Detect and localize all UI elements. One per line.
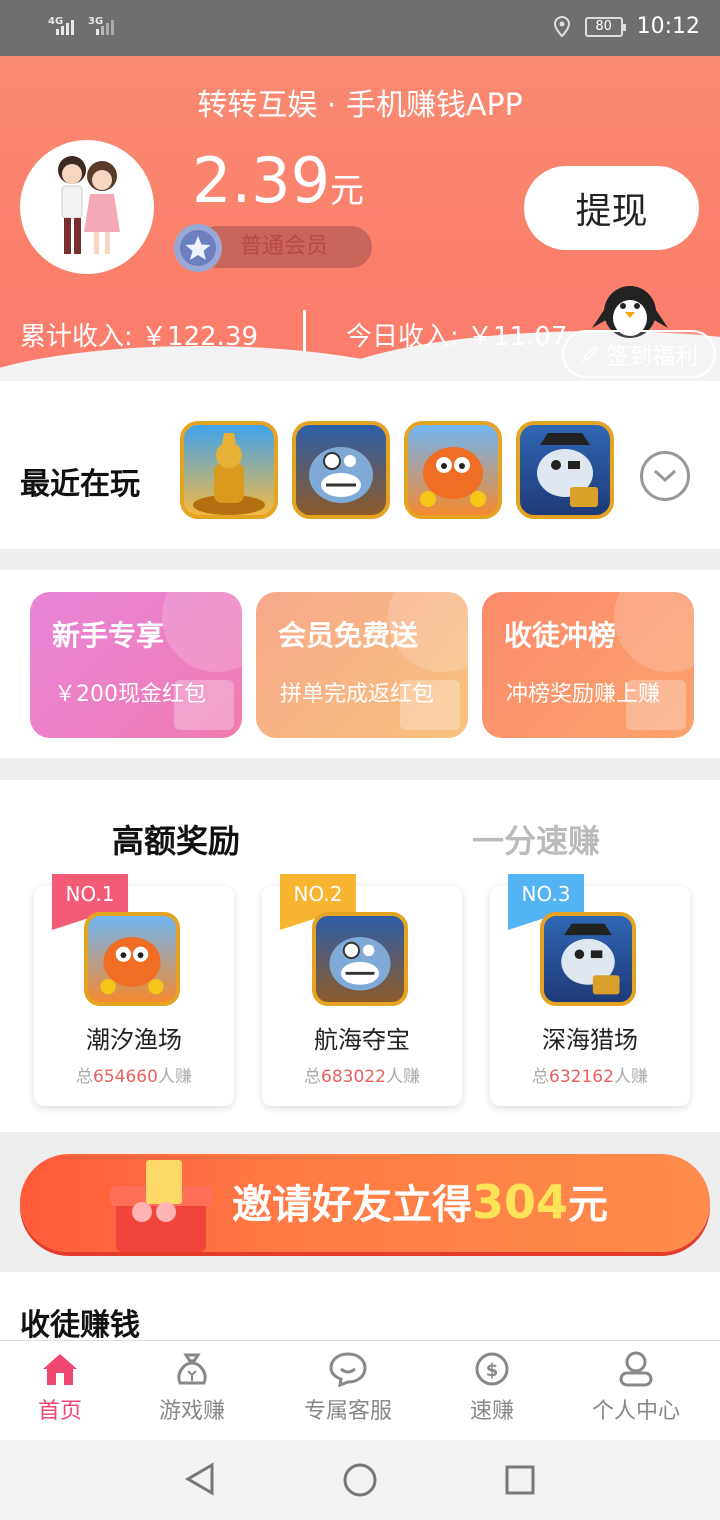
game-pirate-shark[interactable] [516,421,614,519]
player-count: 总632162人赚 [490,1062,690,1087]
signin-button[interactable]: 签到福利 [562,330,716,378]
money-bag-icon [177,1353,207,1385]
nav-quick-earn[interactable]: $ 速赚 [432,1351,552,1425]
battery-level: 80 [595,19,612,34]
gift-box-icon [110,1160,212,1252]
nav-label: 首页 [37,1399,82,1424]
balance: 2.39元 [192,144,364,217]
count-prefix: 总 [532,1067,550,1087]
recent-games: 最近在玩 [0,401,720,549]
system-nav-bar [0,1440,720,1520]
count-value: 632162 [549,1067,614,1087]
promo-card-newbie[interactable]: 新手专享 ￥200现金红包 [30,592,242,738]
back-icon[interactable] [184,1462,216,1496]
rank-card-2[interactable]: NO.2 航海夺宝 总683022人赚 [262,874,462,1106]
nav-profile[interactable]: 个人中心 [576,1351,696,1425]
avatar[interactable] [20,140,154,274]
count-suffix: 人赚 [385,1067,420,1087]
balance-unit: 元 [330,171,365,211]
invite-banner[interactable]: 邀请好友立得304元 [0,1132,720,1272]
count-value: 654660 [93,1067,158,1087]
expand-button[interactable] [640,451,690,501]
tab-high-reward[interactable]: 高额奖励 [112,816,240,862]
divider [303,310,306,352]
location-icon [553,15,570,37]
recent-label: 最近在玩 [20,467,140,502]
medal-icon [174,224,222,272]
promo-section: 新手专享 ￥200现金红包 会员免费送 拼单完成返红包 收徒冲榜 冲榜奖励赚上赚 [0,570,720,758]
count-value: 683022 [321,1067,386,1087]
nav-label: 专属客服 [303,1399,392,1424]
promo-subtitle: 拼单完成返红包 [280,682,435,707]
account-header: 转转互娱 · 手机赚钱APP 2.39元 普通会员 提现 累计收入: ￥122.… [0,56,720,401]
dollar-icon: $ [475,1352,509,1386]
tab-quick-earn[interactable]: 一分速赚 [472,816,600,862]
promo-title: 收徒冲榜 [504,619,617,652]
nav-label: 个人中心 [591,1399,680,1424]
promo-subtitle: ￥200现金红包 [54,682,206,707]
total-income: 累计收入: ￥122.39 [20,322,258,352]
nav-label: 游戏赚 [158,1399,225,1424]
game-icon [540,912,636,1006]
member-badge[interactable]: 普通会员 [172,222,372,272]
game-name: 深海猎场 [542,1026,638,1054]
svg-text:$: $ [486,1360,499,1381]
player-count: 总654660人赚 [34,1062,234,1087]
today-income: 今日收入: ￥11.07 [346,322,568,352]
bottom-nav: 首页 游戏赚 专属客服 $ 速赚 个人中心 [0,1340,720,1440]
app-title: 转转互娱 · 手机赚钱APP [197,88,523,123]
home-circle-icon[interactable] [342,1462,378,1498]
recents-icon[interactable] [504,1464,536,1496]
invite-text: 邀请好友立得 [232,1182,472,1228]
game-icon [312,912,408,1006]
game-name: 潮汐渔场 [86,1026,182,1054]
signal-icon-2 [96,20,114,35]
game-golden-statue[interactable] [180,421,278,519]
feather-icon [581,345,599,363]
chevron-down-icon [653,469,677,483]
chat-icon [329,1352,367,1387]
ranking-section: 高额奖励 一分速赚 NO.1 潮汐渔场 总654660人赚 NO.2 航海夺宝 … [0,780,720,1132]
battery-icon: 80 [584,16,626,37]
signin-label: 签到福利 [606,344,698,370]
nav-game-earn[interactable]: 游戏赚 [132,1351,252,1425]
section-apprentice: 收徒赚钱 [0,1272,720,1343]
nav-home[interactable]: 首页 [0,1351,120,1425]
game-shark-captain[interactable] [292,421,390,519]
rank-card-3[interactable]: NO.3 深海猎场 总632162人赚 [490,874,690,1106]
promo-title: 新手专享 [52,619,165,652]
count-suffix: 人赚 [613,1067,648,1087]
promo-card-apprentice[interactable]: 收徒冲榜 冲榜奖励赚上赚 [482,592,694,738]
withdraw-button[interactable]: 提现 [524,166,699,250]
invite-unit: 元 [568,1182,609,1228]
signal-icon-1 [56,20,74,35]
player-count: 总683022人赚 [262,1062,462,1087]
count-prefix: 总 [304,1067,322,1087]
balance-amount: 2.39 [192,144,331,217]
rank-card-1[interactable]: NO.1 潮汐渔场 总654660人赚 [34,874,234,1106]
nav-label: 速赚 [469,1399,514,1424]
count-prefix: 总 [76,1067,94,1087]
promo-card-member[interactable]: 会员免费送 拼单完成返红包 [256,592,468,738]
user-icon [619,1351,653,1387]
nav-support[interactable]: 专属客服 [288,1351,408,1425]
promo-title: 会员免费送 [278,619,419,652]
section-title: 收徒赚钱 [20,1308,140,1343]
count-suffix: 人赚 [157,1067,192,1087]
game-icon [84,912,180,1006]
promo-subtitle: 冲榜奖励赚上赚 [506,682,661,707]
game-fish-king[interactable] [404,421,502,519]
clock: 10:12 [636,14,700,39]
game-name: 航海夺宝 [314,1026,410,1054]
invite-amount: 304 [472,1175,569,1229]
status-bar: 4G 3G 80 10:12 [0,0,720,56]
home-icon [43,1354,77,1385]
